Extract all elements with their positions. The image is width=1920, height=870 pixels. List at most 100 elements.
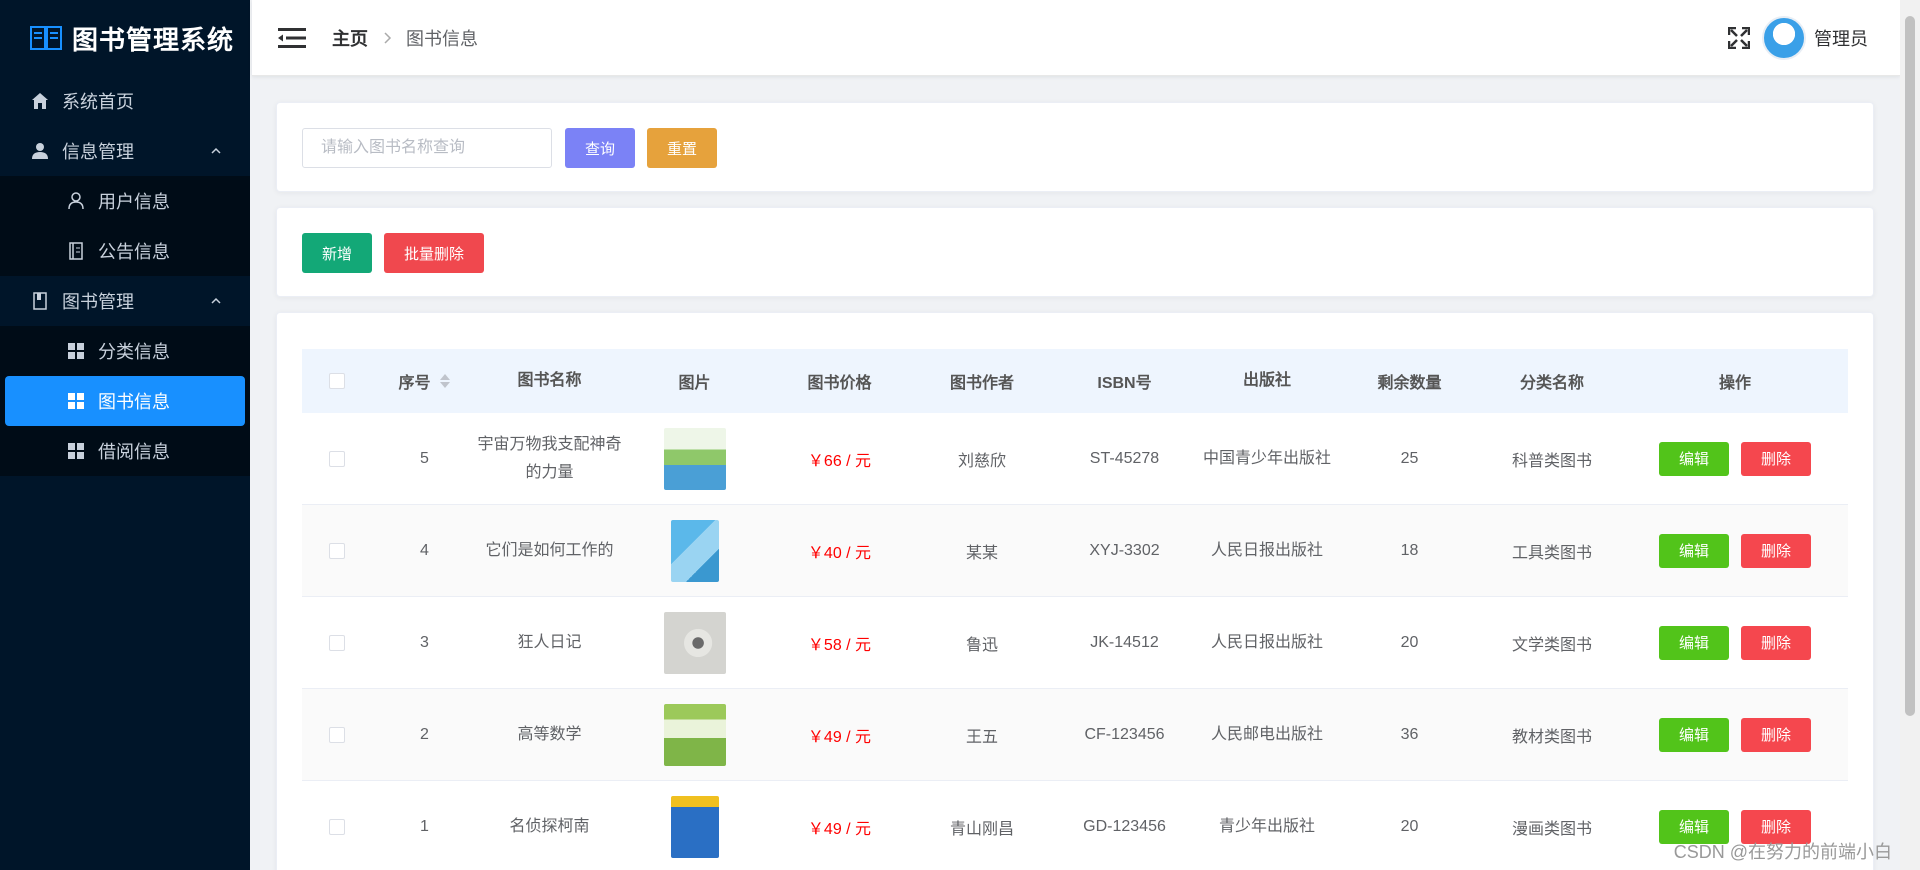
cell-category: 工具类图书 bbox=[1511, 544, 1592, 562]
user-icon bbox=[30, 141, 50, 161]
username[interactable]: 管理员 bbox=[1814, 25, 1868, 51]
sidebar-item-label: 信息管理 bbox=[62, 142, 134, 162]
cell-publisher: 人民日报出版社 bbox=[1210, 541, 1323, 559]
chevron-up-icon bbox=[211, 297, 221, 304]
add-button[interactable]: 新增 bbox=[302, 233, 372, 273]
sidebar-item-label: 图书管理 bbox=[62, 292, 134, 312]
cell-id: 3 bbox=[420, 633, 429, 651]
cell-stock: 36 bbox=[1400, 725, 1419, 743]
actions-card: 新增 批量删除 bbox=[276, 207, 1874, 297]
sidebar-item-label: 图书信息 bbox=[98, 392, 170, 412]
cell-publisher: 青少年出版社 bbox=[1218, 817, 1315, 835]
cell-price: ￥58 / 元 bbox=[807, 636, 872, 654]
grid-icon bbox=[66, 341, 86, 361]
row-checkbox[interactable] bbox=[329, 450, 345, 467]
sort-icon[interactable] bbox=[439, 373, 451, 389]
row-checkbox[interactable] bbox=[329, 726, 345, 743]
column-header-id[interactable]: 序号 bbox=[372, 369, 477, 393]
chevron-up-icon bbox=[211, 147, 221, 154]
sidebar-item-user-info[interactable]: 用户信息 bbox=[0, 176, 250, 226]
reset-button[interactable]: 重置 bbox=[647, 128, 717, 168]
cell-stock: 20 bbox=[1400, 633, 1419, 651]
cell-category: 漫画类图书 bbox=[1511, 820, 1592, 838]
book-cover-image[interactable] bbox=[663, 427, 726, 490]
search-input[interactable] bbox=[302, 128, 552, 168]
search-card: 查询 重置 bbox=[276, 102, 1874, 192]
collapse-menu-icon[interactable] bbox=[278, 27, 306, 49]
cell-author: 刘慈欣 bbox=[957, 452, 1006, 470]
column-header-image: 图片 bbox=[678, 375, 711, 392]
book-cover-image[interactable] bbox=[663, 703, 726, 766]
cell-category: 文学类图书 bbox=[1511, 636, 1592, 654]
query-button[interactable]: 查询 bbox=[565, 128, 635, 168]
row-checkbox[interactable] bbox=[329, 634, 345, 651]
user-outline-icon bbox=[66, 191, 86, 211]
page-scrollbar[interactable] bbox=[1900, 0, 1920, 870]
cell-price: ￥49 / 元 bbox=[807, 728, 872, 746]
cell-id: 4 bbox=[420, 541, 429, 559]
book-cover-image[interactable] bbox=[670, 519, 719, 582]
cell-author: 鲁迅 bbox=[965, 636, 998, 654]
sidebar-item-category-info[interactable]: 分类信息 bbox=[0, 326, 250, 376]
table-row: 2 高等数学 ￥49 / 元 王五 CF-123456 人民邮电出版社 36 教… bbox=[302, 689, 1848, 781]
cell-id: 5 bbox=[420, 449, 429, 467]
sidebar-item-label: 用户信息 bbox=[98, 192, 170, 212]
delete-button[interactable]: 删除 bbox=[1741, 717, 1811, 752]
delete-button[interactable]: 删除 bbox=[1741, 625, 1811, 660]
table-row: 5 宇宙万物我支配神奇的力量 ￥66 / 元 刘慈欣 ST-45278 中国青少… bbox=[302, 413, 1848, 505]
column-header-author: 图书作者 bbox=[949, 375, 1014, 392]
select-all-checkbox[interactable] bbox=[329, 373, 345, 389]
sidebar-item-borrow-info[interactable]: 借阅信息 bbox=[0, 426, 250, 476]
sidebar-item-label: 分类信息 bbox=[98, 342, 170, 362]
table-row: 4 它们是如何工作的 ￥40 / 元 某某 XYJ-3302 人民日报出版社 1… bbox=[302, 505, 1848, 597]
delete-button[interactable]: 删除 bbox=[1741, 533, 1811, 568]
sidebar-item-info-management[interactable]: 信息管理 bbox=[0, 126, 250, 176]
table-header: 序号 图书名称 图片 图书价格 图书作者 ISBN号 出版社 剩余数量 分类名称… bbox=[302, 349, 1848, 413]
sidebar-item-book-management[interactable]: 图书管理 bbox=[0, 276, 250, 326]
breadcrumb-home[interactable]: 主页 bbox=[332, 25, 368, 51]
sidebar-item-book-info[interactable]: 图书信息 bbox=[5, 376, 245, 426]
sidebar-item-label: 系统首页 bbox=[62, 92, 134, 112]
cell-price: ￥66 / 元 bbox=[807, 452, 872, 470]
column-header-stock: 剩余数量 bbox=[1377, 375, 1442, 392]
cell-isbn: JK-14512 bbox=[1090, 633, 1159, 651]
cell-isbn: CF-123456 bbox=[1084, 725, 1165, 743]
delete-button[interactable]: 删除 bbox=[1741, 441, 1811, 476]
grid-icon bbox=[66, 391, 86, 411]
sidebar: 图书管理系统 系统首页 信息管理 用户信息 公告信息 图书管理 分类信息 图书信… bbox=[0, 0, 250, 870]
cell-name: 高等数学 bbox=[517, 725, 582, 743]
sidebar-item-notice-info[interactable]: 公告信息 bbox=[0, 226, 250, 276]
table-row: 3 狂人日记 ￥58 / 元 鲁迅 JK-14512 人民日报出版社 20 文学… bbox=[302, 597, 1848, 689]
cell-isbn: ST-45278 bbox=[1089, 449, 1160, 467]
edit-button[interactable]: 编辑 bbox=[1659, 625, 1729, 660]
edit-button[interactable]: 编辑 bbox=[1659, 717, 1729, 752]
cell-author: 某某 bbox=[965, 544, 998, 562]
row-checkbox[interactable] bbox=[329, 542, 345, 559]
grid-icon bbox=[66, 441, 86, 461]
book-cover-image[interactable] bbox=[670, 795, 719, 858]
edit-button[interactable]: 编辑 bbox=[1659, 441, 1729, 476]
cell-id: 2 bbox=[420, 725, 429, 743]
cell-publisher: 人民日报出版社 bbox=[1210, 633, 1323, 651]
avatar[interactable] bbox=[1762, 16, 1806, 60]
cell-price: ￥40 / 元 bbox=[807, 544, 872, 562]
batch-delete-button[interactable]: 批量删除 bbox=[384, 233, 484, 273]
sidebar-item-home[interactable]: 系统首页 bbox=[0, 76, 250, 126]
column-header-category: 分类名称 bbox=[1519, 375, 1584, 392]
cell-name: 宇宙万物我支配神奇的力量 bbox=[477, 435, 622, 481]
edit-button[interactable]: 编辑 bbox=[1659, 533, 1729, 568]
cell-name: 狂人日记 bbox=[517, 633, 582, 651]
cell-publisher: 中国青少年出版社 bbox=[1202, 449, 1331, 467]
scrollbar-thumb[interactable] bbox=[1905, 16, 1915, 716]
sidebar-item-label: 公告信息 bbox=[98, 242, 170, 262]
table-row: 1 名侦探柯南 ￥49 / 元 青山刚昌 GD-123456 青少年出版社 20… bbox=[302, 781, 1848, 870]
row-checkbox[interactable] bbox=[329, 818, 345, 835]
fullscreen-icon[interactable] bbox=[1728, 27, 1750, 49]
column-header-name: 图书名称 bbox=[517, 372, 582, 389]
cell-category: 科普类图书 bbox=[1511, 452, 1592, 470]
book-cover-image[interactable] bbox=[663, 611, 726, 674]
table-card: 序号 图书名称 图片 图书价格 图书作者 ISBN号 出版社 剩余数量 分类名称… bbox=[276, 312, 1874, 870]
cell-author: 王五 bbox=[965, 728, 998, 746]
cell-name: 名侦探柯南 bbox=[509, 817, 590, 835]
cell-isbn: XYJ-3302 bbox=[1089, 541, 1160, 559]
